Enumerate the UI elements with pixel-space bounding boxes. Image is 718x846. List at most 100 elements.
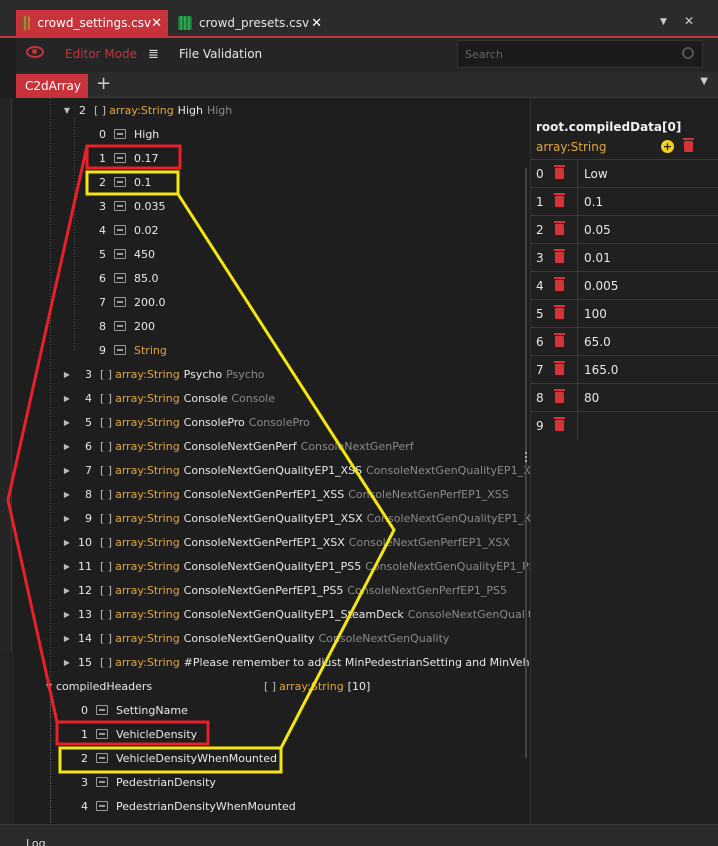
tree-row-value[interactable]: 8 200 [86,314,155,338]
grid-row[interactable]: 2 0.05 [531,215,718,244]
caret-right-icon[interactable]: ▶ [60,658,74,667]
grid-row[interactable]: 1 0.1 [531,187,718,216]
row-value: 450 [134,247,155,261]
grid-row[interactable]: 4 0.005 [531,271,718,300]
tree-row-header[interactable]: 3 PedestrianDensity [60,770,216,794]
tab-c2darray[interactable]: C2dArray [16,74,88,98]
grid-value-cell[interactable]: 0.1 [577,188,718,216]
tree-row-array[interactable]: ▶ 9[ ] array:String ConsoleNextGenQualityEP… [60,506,530,530]
tree-row-value[interactable]: 6 85.0 [86,266,159,290]
tree-row-array[interactable]: ▶ 5[ ] array:String ConsolePro ConsolePro [60,410,310,434]
grid-value-cell[interactable]: Low [577,160,718,188]
delete-item-icon[interactable] [554,361,565,375]
tree-row-value[interactable]: 1 0.17 [86,146,159,170]
grid-row[interactable]: 9 [531,411,718,440]
tree-row-array[interactable]: ▶ 6[ ] array:String ConsoleNextGenPerf Conso… [60,434,414,458]
grid-row[interactable]: 5 100 [531,299,718,328]
add-item-icon[interactable]: + [661,140,674,153]
grid-index: 5 [536,307,544,321]
delete-array-icon[interactable] [683,138,694,152]
delete-item-icon[interactable] [554,193,565,207]
grid-row[interactable]: 6 65.0 [531,327,718,356]
tree-row-array[interactable]: ▶ 8[ ] array:String ConsoleNextGenPerfEP1_X… [60,482,509,506]
caret-down-icon[interactable]: ▼ [60,106,74,115]
caret-right-icon[interactable]: ▶ [60,490,74,499]
file-tab-bar: crowd_settings.csv ✕ crowd_presets.csv ✕… [0,0,718,38]
tree-row-value[interactable]: 0 High [86,122,159,146]
array-type: array:String [115,367,180,381]
tree-row-value[interactable]: 7 200.0 [86,290,166,314]
delete-item-icon[interactable] [554,165,565,179]
log-tab[interactable]: Log [26,837,46,846]
caret-right-icon[interactable]: ▶ [60,538,74,547]
delete-item-icon[interactable] [554,389,565,403]
tree-row-compiled-headers[interactable]: ▼ compiledHeaders [ ] array:String [10] [42,674,370,698]
grid-value-cell[interactable]: 0.01 [577,244,718,272]
grid-value-cell[interactable]: 100 [577,300,718,328]
tree-row-array[interactable]: ▶ 14[ ] array:String ConsoleNextGenQuality C… [60,626,450,650]
delete-item-icon[interactable] [554,333,565,347]
row-index: 2 [99,175,106,189]
close-icon[interactable]: ✕ [151,16,162,31]
grid-value-cell[interactable]: 65.0 [577,328,718,356]
delete-item-icon[interactable] [554,417,565,431]
array-brackets: [ ] [100,631,113,645]
grid-value-cell[interactable]: 165.0 [577,356,718,384]
tree-row-array[interactable]: ▶ 15 [ ] array:String #Please remember to ad… [60,650,530,674]
caret-down-icon[interactable]: ▼ [42,682,56,691]
tree-row-value[interactable]: 3 0.035 [86,194,166,218]
delete-item-icon[interactable] [554,221,565,235]
grid-value-cell[interactable]: 0.005 [577,272,718,300]
file-validation-button[interactable]: File Validation [179,47,262,61]
caret-right-icon[interactable]: ▶ [60,610,74,619]
tree-row-array[interactable]: ▶ 7[ ] array:String ConsoleNextGenQualityEP… [60,458,530,482]
grid-row[interactable]: 3 0.01 [531,243,718,272]
caret-right-icon[interactable]: ▶ [60,514,74,523]
grid-row[interactable]: 8 80 [531,383,718,412]
tab-crowd-presets[interactable]: crowd_presets.csv ✕ [172,10,328,36]
caret-right-icon[interactable]: ▶ [60,370,74,379]
delete-item-icon[interactable] [554,249,565,263]
tree-row-array[interactable]: ▶ 10[ ] array:String ConsoleNextGenPerfEP1_… [60,530,510,554]
string-type-icon [114,273,126,283]
tree-row-array[interactable]: ▶ 11[ ] array:String ConsoleNextGenQualityE… [60,554,530,578]
tree-row-header[interactable]: 0 SettingName [60,698,188,722]
window-close-icon[interactable]: ✕ [684,14,694,28]
tree-row-header[interactable]: 1 VehicleDensity [60,722,197,746]
grid-value-cell[interactable]: 0.05 [577,216,718,244]
caret-right-icon[interactable]: ▶ [60,442,74,451]
tree-row-array[interactable]: ▶ 13[ ] array:String ConsoleNextGenQualityE… [60,602,530,626]
tree-view[interactable]: ▼ 2 [ ] array:String High High 0 High 1 0.1… [16,98,530,824]
caret-right-icon[interactable]: ▶ [60,562,74,571]
grid-value-cell[interactable]: 80 [577,384,718,412]
chevron-down-icon[interactable]: ▼ [700,76,708,87]
caret-right-icon[interactable]: ▶ [60,586,74,595]
eye-icon[interactable] [26,46,44,58]
grid-row[interactable]: 7 165.0 [531,355,718,384]
tab-menu-icon[interactable]: ▼ [660,17,667,27]
tree-row-high[interactable]: ▼ 2 [ ] array:String High High [60,98,232,122]
delete-item-icon[interactable] [554,305,565,319]
tree-row-header[interactable]: 4 PedestrianDensityWhenMounted [60,794,296,818]
tree-row-value[interactable]: 2 0.1 [86,170,152,194]
tree-row-array[interactable]: ▶ 4[ ] array:String Console Console [60,386,275,410]
delete-item-icon[interactable] [554,277,565,291]
caret-right-icon[interactable]: ▶ [60,418,74,427]
grid-row[interactable]: 0 Low [531,159,718,188]
search-input[interactable]: Search [457,40,703,68]
caret-right-icon[interactable]: ▶ [60,394,74,403]
close-icon[interactable]: ✕ [311,16,322,31]
tree-row-value[interactable]: 9 String [86,338,167,362]
add-tab-icon[interactable]: + [96,73,111,94]
editor-mode-button[interactable]: Editor Mode [65,47,137,61]
caret-right-icon[interactable]: ▶ [60,466,74,475]
tree-row-header[interactable]: 2 VehicleDensityWhenMounted [60,746,277,770]
tab-crowd-settings[interactable]: crowd_settings.csv ✕ [16,10,168,36]
caret-right-icon[interactable]: ▶ [60,634,74,643]
panel-splitter[interactable] [524,450,528,466]
tree-row-array[interactable]: ▶ 3[ ] array:String Psycho Psycho [60,362,265,386]
tree-row-value[interactable]: 5 450 [86,242,155,266]
tree-row-array[interactable]: ▶ 12[ ] array:String ConsoleNextGenPerfEP1_… [60,578,507,602]
grid-value-cell[interactable] [577,412,718,440]
tree-row-value[interactable]: 4 0.02 [86,218,159,242]
